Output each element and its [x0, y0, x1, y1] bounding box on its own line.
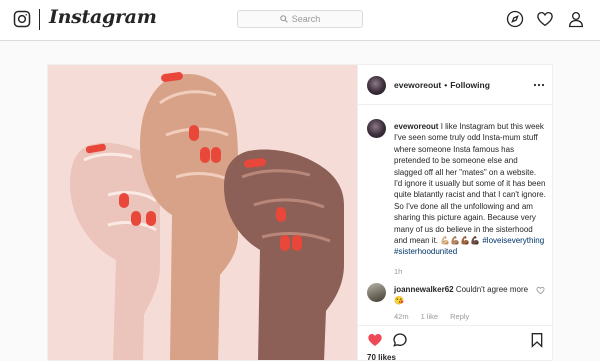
comment-like-count[interactable]: 1 like	[421, 312, 439, 321]
comments-section: eveworeout I like Instagram but this wee…	[358, 105, 552, 325]
caption-timestamp[interactable]: 1h	[394, 267, 402, 276]
hashtag-link[interactable]: #loveiseverything	[482, 236, 544, 245]
caption-username[interactable]: eveworeout	[394, 122, 438, 131]
owner-username[interactable]: eveworeout	[394, 80, 441, 90]
search-icon	[279, 15, 288, 23]
post-owner: eveworeout • Following	[394, 80, 490, 90]
heart-icon[interactable]	[536, 10, 554, 28]
logo-divider	[39, 9, 40, 30]
more-options-icon[interactable]	[533, 79, 545, 91]
comment-emoji: 😘	[394, 296, 404, 306]
comment-text: Couldn't agree more	[455, 285, 529, 294]
bookmark-icon[interactable]	[529, 332, 545, 348]
comment-username[interactable]: joannewalker62	[394, 285, 454, 294]
comment: joannewalker62 Couldn't agree more 😘	[394, 284, 530, 307]
post-sidebar: eveworeout • Following eveworeout I like I…	[357, 65, 552, 360]
post-header: eveworeout • Following	[358, 65, 552, 105]
compass-icon[interactable]	[506, 10, 524, 28]
likes-count[interactable]: 70 likes	[367, 353, 396, 360]
reply-button[interactable]: Reply	[450, 312, 469, 321]
avatar[interactable]	[367, 283, 386, 302]
brand-wordmark[interactable]: Instagram	[49, 6, 157, 28]
caption-emoji: 💪🏼💪🏽💪🏾💪🏿	[440, 236, 481, 246]
search-input[interactable]: Search	[237, 10, 363, 28]
like-heart-filled-icon[interactable]	[367, 332, 383, 348]
comment-like-heart-icon[interactable]	[536, 286, 545, 295]
comment-bubble-icon[interactable]	[392, 332, 408, 348]
post-caption: eveworeout I like Instagram but this wee…	[394, 121, 546, 258]
post-image[interactable]	[48, 65, 357, 360]
avatar[interactable]	[367, 119, 386, 138]
comment-meta: 42m 1 like Reply	[394, 312, 469, 321]
following-button[interactable]: Following	[450, 80, 490, 90]
raised-fists-illustration	[48, 65, 357, 360]
post-actions: 70 likes	[358, 325, 552, 360]
separator-dot: •	[444, 80, 448, 90]
caption-text: I like Instagram but this week I've seen…	[394, 122, 546, 246]
hashtag-link[interactable]: #sisterhoodunited	[394, 247, 457, 256]
avatar[interactable]	[367, 76, 386, 95]
comment-timestamp[interactable]: 42m	[394, 312, 409, 321]
person-icon[interactable]	[567, 10, 585, 28]
post-card: eveworeout • Following eveworeout I like I…	[47, 64, 553, 361]
search-placeholder: Search	[291, 14, 321, 24]
top-navigation: Instagram Search	[0, 0, 600, 41]
instagram-glyph-icon[interactable]	[13, 10, 31, 28]
